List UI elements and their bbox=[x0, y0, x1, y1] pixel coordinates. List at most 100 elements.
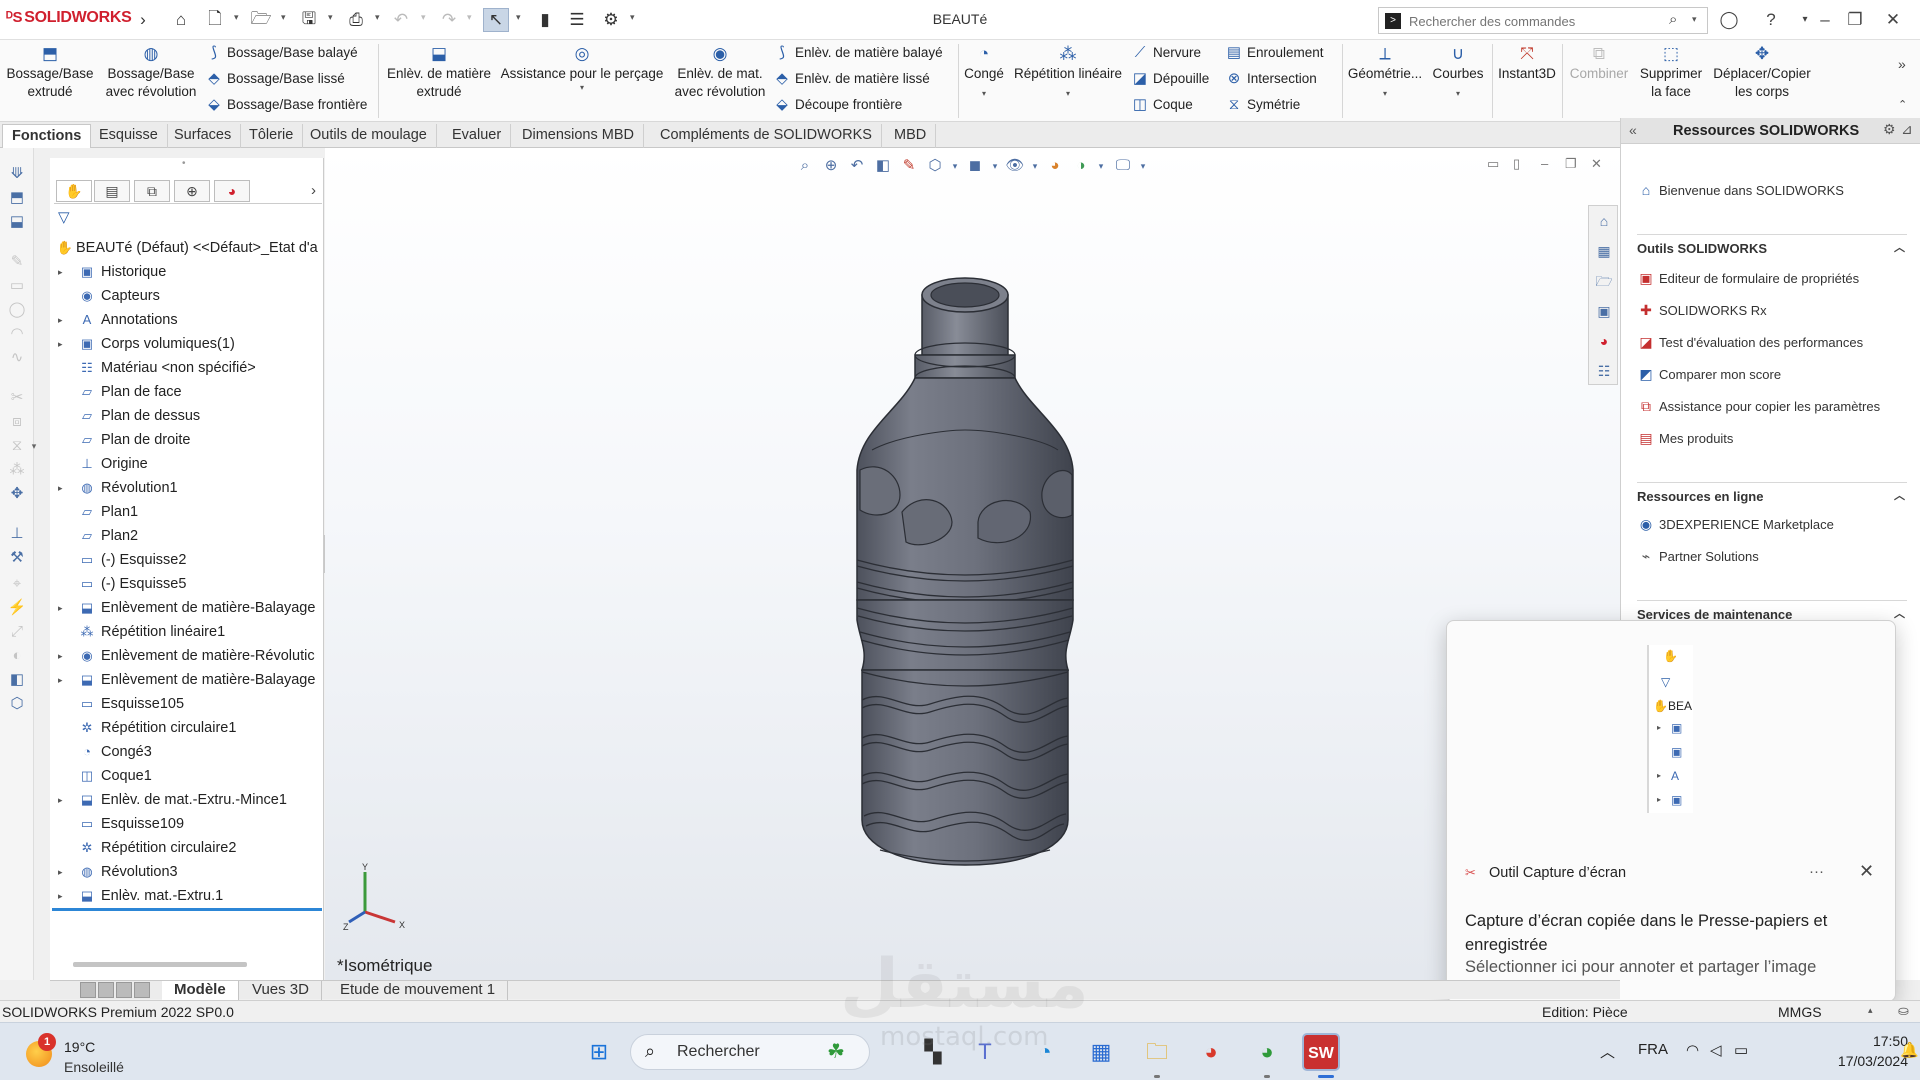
pattern-icon[interactable]: ⁂ bbox=[7, 460, 27, 480]
curves-button[interactable]: ∪ Courbes ▾ bbox=[1426, 44, 1490, 99]
file-properties-icon[interactable]: ☰ bbox=[564, 8, 590, 32]
panel-grip[interactable]: • bbox=[182, 158, 186, 169]
unit-system-selector[interactable]: MMGS bbox=[1778, 1004, 1822, 1020]
hole-wizard-dropdown-icon[interactable]: ▾ bbox=[497, 83, 667, 93]
arc-icon[interactable]: ◠ bbox=[7, 324, 27, 344]
tree-item[interactable]: ▱ Plan2 bbox=[50, 524, 320, 548]
reference-geometry-button[interactable]: ⟂ Géométrie... ▾ bbox=[1346, 44, 1424, 99]
section-view-icon[interactable]: ◧ bbox=[871, 154, 895, 178]
snipping-tool-notification[interactable]: ✋ ▽ ✋BEA ▸ ▣ ▣ ▸ A ▸ ▣ ✂ Outil Capture d’… bbox=[1446, 620, 1896, 1002]
tree-item[interactable]: ▭ (-) Esquisse5 bbox=[50, 572, 320, 596]
tree-item[interactable]: ☷ Matériau <non spécifié> bbox=[50, 356, 320, 380]
expand-arrow-icon[interactable]: ▸ bbox=[58, 884, 63, 908]
tab-sketch[interactable]: Esquisse bbox=[90, 124, 168, 148]
tab-3d-views[interactable]: Vues 3D bbox=[240, 981, 322, 1000]
home-icon[interactable]: ⌂ bbox=[168, 8, 194, 32]
help-icon[interactable]: ? bbox=[1758, 8, 1784, 32]
unit-dropdown-icon[interactable]: ▴ bbox=[1868, 1005, 1873, 1016]
undo-icon[interactable]: ↶ bbox=[388, 8, 414, 32]
propertymanager-tab-icon[interactable]: ▤ bbox=[94, 180, 130, 202]
rib-button[interactable]: ⟋ Nervure bbox=[1130, 42, 1201, 64]
ribbon-more-icon[interactable]: » bbox=[1898, 56, 1906, 72]
expand-arrow-icon[interactable]: ▸ bbox=[58, 476, 63, 500]
open-folder-icon[interactable]: 🗁 bbox=[248, 8, 274, 32]
resources-home-icon[interactable]: ⌂ bbox=[1593, 210, 1615, 232]
tab-mold-tools[interactable]: Outils de moulage bbox=[301, 124, 437, 148]
partner-solutions-link[interactable]: ⌁ Partner Solutions bbox=[1637, 548, 1759, 565]
open-dropdown-icon[interactable]: ▾ bbox=[281, 12, 286, 23]
3dexperience-marketplace-link[interactable]: ◉ 3DEXPERIENCE Marketplace bbox=[1637, 516, 1834, 533]
tree-item[interactable]: ▸ ◍ Révolution1 bbox=[50, 476, 320, 500]
back-icon[interactable]: « bbox=[1629, 122, 1637, 138]
solidworks-logo[interactable]: ᴰS SOLIDWORKS bbox=[6, 9, 132, 27]
expand-arrow-icon[interactable]: ▸ bbox=[58, 260, 63, 284]
rapid-sketch-icon[interactable]: ⚡ bbox=[7, 598, 27, 618]
view-palette-icon[interactable]: ▣ bbox=[1593, 300, 1615, 322]
edit-appearance-icon[interactable]: ◕ bbox=[1043, 154, 1067, 178]
trim-icon[interactable]: ✂ bbox=[7, 388, 27, 408]
mirror-dropdown-icon[interactable]: ▾ bbox=[24, 436, 44, 456]
battery-icon[interactable]: ▭ bbox=[1734, 1041, 1748, 1059]
display-manager-tab-icon[interactable]: ◕ bbox=[214, 180, 250, 202]
featuremanager-tab-icon[interactable]: ✋ bbox=[56, 180, 92, 202]
options-dropdown-icon[interactable]: ▾ bbox=[630, 12, 635, 23]
tree-item[interactable]: ▸ ◍ Révolution3 bbox=[50, 860, 320, 884]
tree-item[interactable]: ✲ Répétition circulaire2 bbox=[50, 836, 320, 860]
extruded-cut-button[interactable]: ⬓ Enlèv. de matière extrudé bbox=[382, 44, 496, 101]
collapse-chevron-icon[interactable]: ︿ bbox=[1894, 239, 1905, 255]
notification-subtext[interactable]: Sélectionner ici pour annoter et partage… bbox=[1465, 958, 1885, 977]
tab-motion-study-1[interactable]: Etude de mouvement 1 bbox=[328, 981, 509, 1000]
relations-icon[interactable]: ⊥ bbox=[7, 524, 27, 544]
tree-item[interactable]: ⊥ Origine bbox=[50, 452, 320, 476]
design-library-icon[interactable]: ▦ bbox=[1593, 240, 1615, 262]
tile-vertical-icon[interactable]: ▯ bbox=[1513, 156, 1520, 172]
microsoft-store-icon[interactable]: ▦ bbox=[1082, 1033, 1120, 1071]
revolved-cut-button[interactable]: ◉ Enlèv. de mat. avec révolution bbox=[668, 44, 772, 101]
reference-geometry-dropdown-icon[interactable]: ▾ bbox=[1346, 89, 1424, 99]
repair-sketch-icon[interactable]: ⚒ bbox=[7, 548, 27, 568]
tree-item[interactable]: ▱ Plan1 bbox=[50, 500, 320, 524]
expand-arrow-icon[interactable]: ▸ bbox=[58, 332, 63, 356]
save-dropdown-icon[interactable]: ▾ bbox=[328, 12, 333, 23]
property-tab-builder-link[interactable]: ▣ Editeur de formulaire de propriétés bbox=[1637, 270, 1859, 287]
rollback-bar[interactable] bbox=[52, 908, 322, 911]
dimxpert-tab-icon[interactable]: ⊕ bbox=[174, 180, 210, 202]
dynamic-annotation-icon[interactable]: ✎ bbox=[897, 154, 921, 178]
tools-section-header[interactable]: Outils SOLIDWORKS ︿ bbox=[1637, 234, 1907, 256]
previous-tab-icon[interactable] bbox=[98, 982, 114, 998]
tree-item[interactable]: ▱ Plan de face bbox=[50, 380, 320, 404]
more-options-icon[interactable]: ··· bbox=[1809, 863, 1824, 880]
wrap-button[interactable]: ▤ Enroulement bbox=[1224, 42, 1324, 64]
tree-item[interactable]: ▸ ⬓ Enlèv. mat.-Extru.1 bbox=[50, 884, 320, 908]
boundary-boss-button[interactable]: ⬙ Bossage/Base frontière bbox=[204, 94, 367, 116]
draft-button[interactable]: ◪ Dépouille bbox=[1130, 68, 1209, 90]
clock[interactable]: 17:50 17/03/2024 bbox=[1818, 1031, 1908, 1071]
collapse-chevron-icon[interactable]: ︿ bbox=[1894, 487, 1905, 503]
swept-boss-button[interactable]: ⟆ Bossage/Base balayé bbox=[204, 42, 358, 64]
tab-model[interactable]: Modèle bbox=[162, 981, 239, 1000]
tree-item[interactable]: ◫ Coque1 bbox=[50, 764, 320, 788]
restore-document-icon[interactable]: ❐ bbox=[1565, 156, 1577, 172]
tab-sheet-metal[interactable]: Tôlerie bbox=[240, 124, 304, 148]
welcome-link[interactable]: ⌂ Bienvenue dans SOLIDWORKS bbox=[1637, 182, 1844, 198]
cut-icon[interactable]: ⬓ bbox=[7, 212, 27, 232]
previous-view-icon[interactable]: ↶ bbox=[845, 154, 869, 178]
tree-item[interactable]: ⁂ Répétition linéaire1 bbox=[50, 620, 320, 644]
taskbar-search[interactable]: ⌕ Rechercher ☘ bbox=[630, 1034, 870, 1070]
quick-snaps-icon[interactable]: ⌖ bbox=[7, 574, 27, 594]
horizontal-scrollbar[interactable] bbox=[73, 962, 247, 967]
tree-item[interactable]: ◉ Capteurs bbox=[50, 284, 320, 308]
view-orientation-icon[interactable]: ⬡ bbox=[7, 694, 27, 714]
close-icon[interactable]: ✕ bbox=[1859, 861, 1874, 882]
appearances-icon[interactable]: ◕ bbox=[1593, 330, 1615, 352]
view-settings-dropdown-icon[interactable]: ▾ bbox=[1131, 154, 1155, 178]
command-search[interactable]: > ⌕ ▾ bbox=[1378, 7, 1708, 34]
undo-dropdown-icon[interactable]: ▾ bbox=[421, 12, 426, 23]
next-tab-icon[interactable] bbox=[116, 982, 132, 998]
graphics-area[interactable]: ⌕ ⊕ ↶ ◧ ✎ ⬡ ▾ ◼ ▾ 👁 ▾ ◕ ◑ ▾ 🖵 ▾ ▭ ▯ – ❐ … bbox=[325, 148, 1620, 980]
fillet-button[interactable]: ◔ Congé ▾ bbox=[962, 44, 1006, 99]
tab-evaluate[interactable]: Evaluer bbox=[443, 124, 512, 148]
tree-item[interactable]: ◔ Congé3 bbox=[50, 740, 320, 764]
tab-surfaces[interactable]: Surfaces bbox=[165, 124, 242, 148]
swept-cut-button[interactable]: ⟆ Enlèv. de matière balayé bbox=[772, 42, 943, 64]
